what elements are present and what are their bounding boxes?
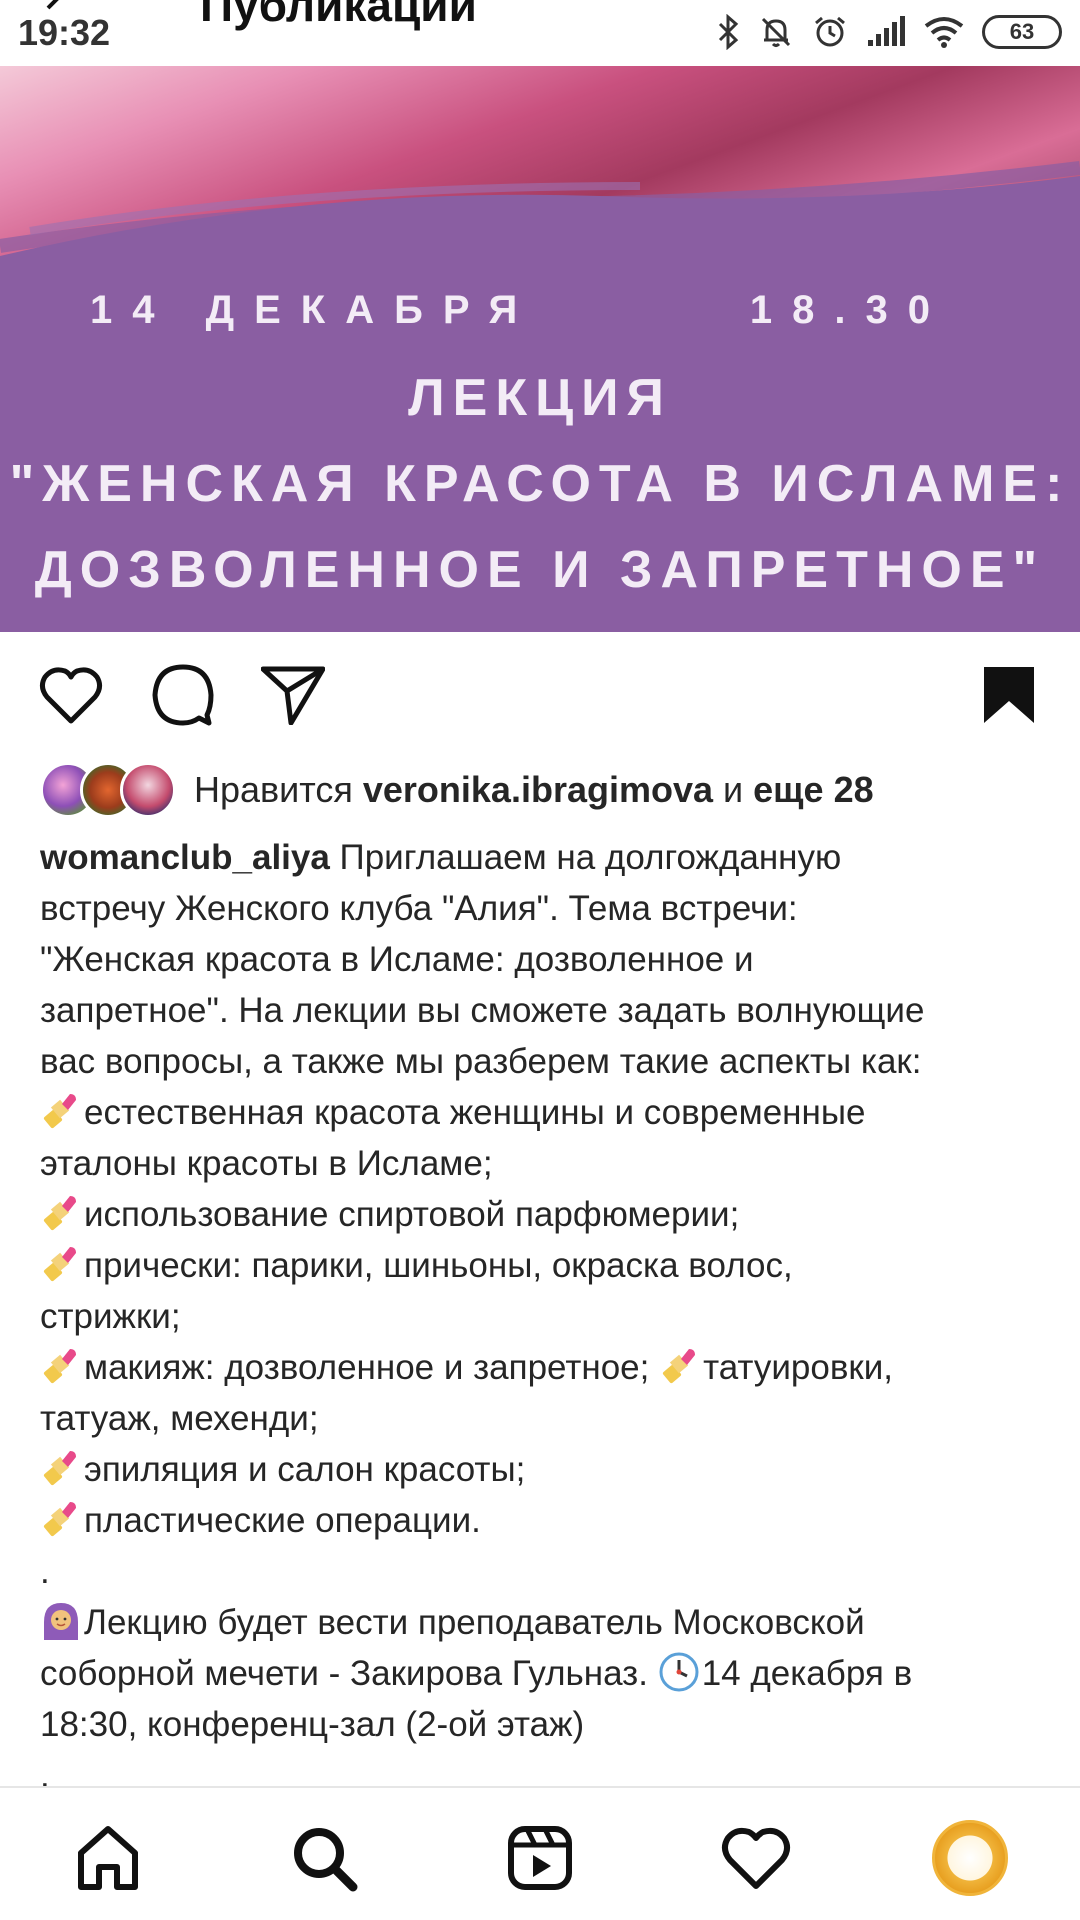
screen-title: Публикации bbox=[200, 0, 477, 31]
clock-emoji-icon bbox=[658, 1651, 700, 1693]
caption-line: стрижки; bbox=[40, 1291, 1050, 1342]
likes-conjunction: и bbox=[723, 769, 744, 810]
caption-username[interactable]: womanclub_aliya bbox=[40, 838, 330, 877]
wifi-icon bbox=[924, 17, 964, 48]
caption-text: стрижки; bbox=[40, 1297, 181, 1336]
caption-line: пластические операции. bbox=[40, 1495, 1050, 1546]
caption-text: естественная красота женщины и современн… bbox=[84, 1093, 866, 1132]
poster-line-3: ДОЗВОЛЕННОЕ И ЗАПРЕТНОЕ" bbox=[34, 541, 1046, 599]
poster-line-1: ЛЕКЦИЯ bbox=[408, 369, 672, 427]
lipstick-emoji-icon bbox=[40, 1345, 82, 1387]
caption-line: татуаж, мехенди; bbox=[40, 1393, 1050, 1444]
caption-text: встречу Женского клуба "Алия". Тема встр… bbox=[40, 889, 798, 928]
share-icon[interactable] bbox=[258, 660, 328, 730]
woman-headscarf-emoji-icon bbox=[40, 1600, 82, 1642]
caption-text: эталоны красоты в Исламе; bbox=[40, 1144, 493, 1183]
caption-text: Приглашаем на долгожданную bbox=[329, 838, 842, 877]
status-bar: Публикации 19:32 63 bbox=[0, 0, 1080, 66]
lipstick-emoji-icon bbox=[40, 1447, 82, 1489]
likes-row[interactable]: Нравится veronika.ibragimova и еще 28 bbox=[40, 762, 874, 818]
post-caption: womanclub_aliya Приглашаем на долгожданн… bbox=[40, 832, 1050, 1801]
lipstick-emoji-icon bbox=[40, 1192, 82, 1234]
caption-line: прически: парики, шиньоны, окраска волос… bbox=[40, 1240, 1050, 1291]
caption-line: вас вопросы, а также мы разберем такие а… bbox=[40, 1036, 1050, 1087]
caption-text: 18:30, конференц-зал (2-ой этаж) bbox=[40, 1705, 585, 1744]
bluetooth-icon bbox=[718, 14, 739, 50]
caption-line: запретное". На лекции вы сможете задать … bbox=[40, 985, 1050, 1036]
caption-text: 14 декабря в bbox=[701, 1654, 913, 1693]
post-image[interactable]: 14 ДЕКАБРЯ 18.30 ЛЕКЦИЯ "ЖЕНСКАЯ КРАСОТА… bbox=[0, 66, 1080, 632]
caption-text: пластические операции. bbox=[84, 1501, 481, 1540]
caption-line: встречу Женского клуба "Алия". Тема встр… bbox=[40, 883, 1050, 934]
activity-icon[interactable] bbox=[716, 1818, 796, 1898]
poster-date: 14 ДЕКАБРЯ bbox=[90, 288, 538, 332]
avatar bbox=[120, 762, 176, 818]
caption-text: татуировки, bbox=[703, 1348, 894, 1387]
lipstick-emoji-icon bbox=[40, 1498, 82, 1540]
caption-line: использование спиртовой парфюмерии; bbox=[40, 1189, 1050, 1240]
caption-text: макияж: дозволенное и запретное; bbox=[84, 1348, 660, 1387]
likes-prefix: Нравится bbox=[194, 769, 353, 810]
caption-line: . bbox=[40, 1546, 1050, 1597]
home-icon[interactable] bbox=[68, 1818, 148, 1898]
battery-icon: 63 bbox=[982, 15, 1062, 49]
poster-text: 14 ДЕКАБРЯ 18.30 ЛЕКЦИЯ "ЖЕНСКАЯ КРАСОТА… bbox=[0, 66, 1080, 632]
likes-count[interactable]: еще 28 bbox=[753, 769, 873, 810]
caption-line: Лекцию будет вести преподаватель Московс… bbox=[40, 1597, 1050, 1648]
caption-line: womanclub_aliya Приглашаем на долгожданн… bbox=[40, 832, 1050, 883]
caption-line: естественная красота женщины и современн… bbox=[40, 1087, 1050, 1138]
caption-line: 18:30, конференц-зал (2-ой этаж) bbox=[40, 1699, 1050, 1750]
caption-line: соборной мечети - Закирова Гульназ. 14 д… bbox=[40, 1648, 1050, 1699]
caption-line: эталоны красоты в Исламе; bbox=[40, 1138, 1050, 1189]
reels-icon[interactable] bbox=[500, 1818, 580, 1898]
caption-text: использование спиртовой парфюмерии; bbox=[84, 1195, 740, 1234]
caption-line: эпиляция и салон красоты; bbox=[40, 1444, 1050, 1495]
lipstick-emoji-icon bbox=[40, 1243, 82, 1285]
comment-icon[interactable] bbox=[148, 660, 218, 730]
caption-text: прически: парики, шиньоны, окраска волос… bbox=[84, 1246, 793, 1285]
profile-avatar[interactable] bbox=[930, 1818, 1010, 1898]
bottom-navigation bbox=[0, 1786, 1080, 1920]
caption-text: запретное". На лекции вы сможете задать … bbox=[40, 991, 925, 1030]
caption-text: "Женская красота в Исламе: дозволенное и bbox=[40, 940, 754, 979]
lipstick-emoji-icon bbox=[659, 1345, 701, 1387]
liker-username[interactable]: veronika.ibragimova bbox=[363, 769, 713, 810]
bookmark-icon[interactable] bbox=[974, 660, 1044, 730]
likes-text: Нравится veronika.ibragimova и еще 28 bbox=[194, 769, 874, 811]
lipstick-emoji-icon bbox=[40, 1090, 82, 1132]
caption-text: Лекцию будет вести преподаватель Московс… bbox=[84, 1603, 865, 1642]
caption-text: . bbox=[40, 1552, 50, 1591]
caption-text: татуаж, мехенди; bbox=[40, 1399, 319, 1438]
caption-line: макияж: дозволенное и запретное; татуиро… bbox=[40, 1342, 1050, 1393]
caption-text: вас вопросы, а также мы разберем такие а… bbox=[40, 1042, 922, 1081]
search-icon[interactable] bbox=[284, 1818, 364, 1898]
poster-time: 18.30 bbox=[749, 288, 950, 332]
caption-text: эпиляция и салон красоты; bbox=[84, 1450, 526, 1489]
poster-line-2: "ЖЕНСКАЯ КРАСОТА В ИСЛАМЕ: bbox=[9, 455, 1071, 513]
signal-icon bbox=[868, 16, 905, 46]
caption-text: соборной мечети - Закирова Гульназ. bbox=[40, 1654, 658, 1693]
caption-line: "Женская красота в Исламе: дозволенное и bbox=[40, 934, 1050, 985]
like-icon[interactable] bbox=[36, 660, 106, 730]
mute-icon bbox=[761, 17, 791, 47]
liker-avatars bbox=[40, 762, 176, 818]
alarm-icon bbox=[815, 16, 845, 47]
status-icons: 63 bbox=[716, 12, 1062, 52]
post-actions bbox=[0, 660, 1080, 730]
status-time: 19:32 bbox=[18, 12, 111, 53]
